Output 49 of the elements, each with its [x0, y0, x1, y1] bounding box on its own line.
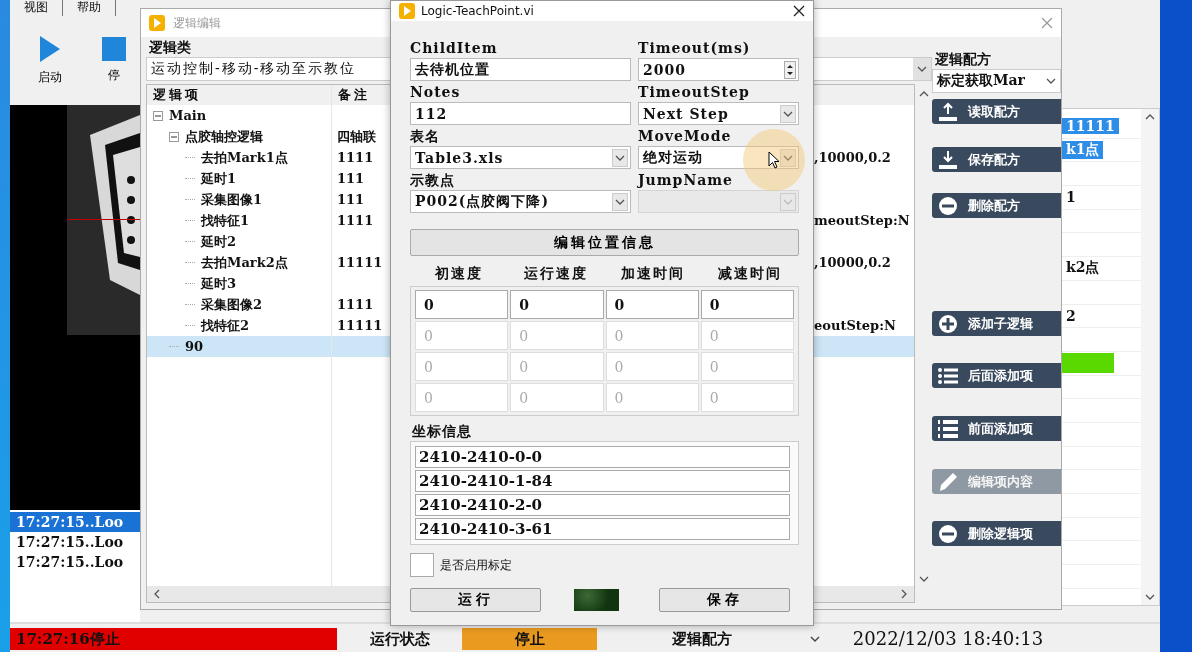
recipe-label: 逻辑配方 [671, 629, 733, 650]
field-label: 示教点 [410, 171, 456, 190]
table-cell: 1111 [337, 297, 374, 312]
field-label: 逻辑配方 [934, 50, 991, 69]
column-header: 备注 [337, 86, 371, 104]
tree-item-label: 延时1 [201, 169, 237, 188]
status-message: 17:27:16停止 [10, 628, 337, 650]
tree-item-label: 90 [185, 339, 204, 354]
tree-item-label: 去拍Mark2点 [201, 253, 288, 272]
window-title: 逻辑编辑 [173, 14, 221, 32]
table-cell: 11111 [337, 255, 383, 270]
tree-item-label: 采集图像1 [201, 190, 263, 209]
table-cell: 1111 [337, 150, 374, 165]
column-header: 初速度 [433, 265, 484, 283]
table-cell: 四轴联 [337, 127, 376, 146]
field-label: Timeout(ms) [638, 39, 752, 58]
column-header: 逻辑项 [147, 85, 332, 105]
status-label: 运行状态 [368, 629, 431, 650]
column-header: 加速时间 [620, 265, 687, 283]
field-label: MoveMode [638, 127, 733, 146]
column-header: 运行速度 [522, 265, 589, 283]
column-header: 减速时间 [717, 265, 784, 283]
table-cell: meoutStep:N [814, 213, 910, 228]
tree-item-label: 找特征1 [201, 211, 250, 230]
table-cell: ,10000,0.2 [814, 255, 891, 270]
field-label: 逻辑类 [148, 38, 191, 57]
tree-item-label: 延时2 [201, 232, 237, 251]
field-label: 坐标信息 [411, 422, 473, 441]
field-label: TimeoutStep [638, 83, 751, 102]
table-cell: 111 [337, 192, 365, 207]
table-cell: ,10000,0.2 [814, 150, 891, 165]
date-time: 2022/12/03 18:40:13 [851, 628, 1045, 650]
field-label: Notes [410, 83, 462, 102]
field-label: ChildItem [410, 39, 499, 58]
field-label: 表名 [410, 127, 441, 146]
table-cell: eoutStep:N [814, 318, 896, 333]
table-cell: 11111 [337, 318, 383, 333]
checkbox-label: 是否启用标定 [440, 556, 512, 574]
field-label: JumpName [638, 171, 734, 190]
table-cell: 1111 [337, 213, 374, 228]
window-title: Logic-TeachPoint.vi [421, 4, 534, 18]
tree-item-label: Main [169, 108, 207, 123]
tree-item-label: 去拍Mark1点 [201, 148, 288, 167]
table-cell: 111 [337, 171, 365, 186]
tree-item-label: 点胶轴控逻辑 [185, 127, 263, 146]
tree-item-label: 找特征2 [201, 316, 250, 335]
tree-item-label: 采集图像2 [201, 295, 263, 314]
run-state: 停止 [462, 628, 597, 650]
tree-item-label: 延时3 [201, 274, 237, 293]
